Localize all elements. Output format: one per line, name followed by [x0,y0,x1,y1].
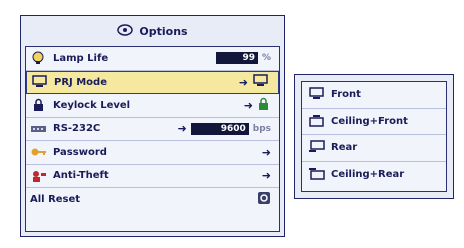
prj-mode-submenu: Front Ceiling+Front Rear Ceiling+Rear [294,74,454,199]
submenu-item-rear[interactable]: Rear [302,135,446,162]
rs232c-unit: bps [252,123,271,134]
projector-front-icon [308,87,326,102]
arrow-right-icon: ➜ [238,75,248,89]
submenu-item-label: Ceiling+Front [331,115,408,127]
lamp-life-value: 99 [215,52,258,65]
menu-item-label: Anti-Theft [53,170,109,182]
menu-item-rs232c[interactable]: RS-232C ➜ 9600 bps [26,118,279,141]
projector-ceiling-rear-icon [308,167,326,182]
serial-port-icon [30,122,48,136]
lock-icon [30,98,48,112]
arrow-right-icon: ➜ [261,169,271,183]
menu-item-keylock-level[interactable]: Keylock Level ➜ [26,94,279,118]
projector-ceiling-front-icon [308,114,326,129]
arrow-right-icon: ➜ [261,145,271,159]
key-icon [30,145,48,159]
options-icon [117,23,134,39]
submenu-list: Front Ceiling+Front Rear Ceiling+Rear [301,81,447,192]
enter-button-icon [257,191,271,208]
rs232c-baud-value: 9600 [190,122,249,135]
options-menu: Options Lamp Life 99 % PRJ Mode ➜ Keyloc… [20,15,285,237]
menu-item-anti-theft[interactable]: Anti-Theft ➜ [26,165,279,188]
menu-item-label: All Reset [30,194,81,206]
menu-item-label: PRJ Mode [54,76,107,88]
arrow-right-icon: ➜ [243,98,253,112]
menu-item-lamp-life[interactable]: Lamp Life 99 % [26,47,279,71]
projector-rear-icon [308,140,326,155]
menu-item-label: RS-232C [53,123,101,135]
menu-item-label: Lamp Life [53,52,109,64]
menu-item-password[interactable]: Password ➜ [26,141,279,165]
menu-item-prj-mode[interactable]: PRJ Mode ➜ [26,70,279,94]
submenu-item-ceiling-front[interactable]: Ceiling+Front [302,109,446,135]
menu-title-bar: Options [22,17,283,45]
lamp-icon [30,51,48,65]
lamp-life-unit: % [261,53,271,64]
menu-title: Options [139,24,188,38]
submenu-item-ceiling-rear[interactable]: Ceiling+Rear [302,162,446,189]
submenu-item-label: Front [331,89,361,101]
submenu-item-label: Ceiling+Rear [331,169,405,181]
menu-item-all-reset[interactable]: All Reset [26,188,279,212]
submenu-item-front[interactable]: Front [302,82,446,109]
menu-item-label: Password [53,146,107,158]
arrow-right-icon: ➜ [177,122,187,136]
projector-icon [31,75,49,89]
projector-front-icon [252,74,270,91]
menu-list: Lamp Life 99 % PRJ Mode ➜ Keylock Level [25,46,280,232]
menu-item-label: Keylock Level [53,99,131,111]
lock-green-icon [257,97,271,114]
anti-theft-icon [30,169,48,183]
submenu-item-label: Rear [331,142,358,154]
